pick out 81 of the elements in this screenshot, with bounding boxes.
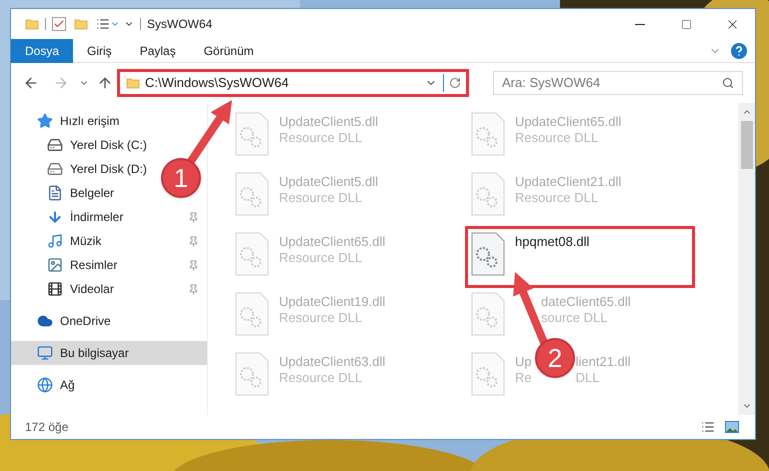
dll-file-icon xyxy=(471,112,505,156)
details-view-icon[interactable] xyxy=(701,420,715,434)
dll-file-icon xyxy=(235,352,269,396)
drive-icon xyxy=(47,137,63,153)
large-icons-view-icon[interactable] xyxy=(725,421,739,433)
document-icon xyxy=(47,185,63,201)
network-icon xyxy=(37,377,53,393)
file-name: lient21.dll xyxy=(576,354,631,370)
pin-icon[interactable] xyxy=(188,212,199,222)
ribbon-tab[interactable]: Görünüm xyxy=(190,38,268,62)
file-name: UpdateClient19.dll xyxy=(279,294,386,310)
ribbon-tab[interactable]: Dosya xyxy=(11,38,74,62)
sidebar-item[interactable]: Müzik xyxy=(47,232,102,250)
monitor-icon xyxy=(37,345,53,361)
file-type: Resource DLL xyxy=(279,370,362,386)
sidebar-item[interactable]: Ağ xyxy=(37,376,75,394)
file-type: Re xyxy=(515,370,532,386)
ribbon-tab[interactable]: Giriş xyxy=(73,38,126,62)
sidebar-item[interactable]: Videolar xyxy=(47,280,114,298)
window-title: SysWOW64 xyxy=(147,16,212,33)
sidebar-item[interactable]: İndirmeler xyxy=(47,208,124,226)
music-icon xyxy=(47,233,63,249)
file-name: UpdateClient5.dll xyxy=(279,114,378,130)
image-icon xyxy=(47,257,63,273)
star-icon xyxy=(37,113,53,129)
file-name: UpdateClient5.dll xyxy=(279,174,378,190)
file-name: UpdateClient63.dll xyxy=(279,354,386,370)
file-type: Resource DLL xyxy=(279,190,362,206)
scroll-thumb[interactable] xyxy=(740,121,752,169)
sidebar-item[interactable]: Hızlı erişim xyxy=(37,112,120,130)
dll-file-icon xyxy=(471,352,505,396)
file-type: Resource DLL xyxy=(515,130,598,146)
sidebar-item[interactable]: Yerel Disk (C:) xyxy=(47,136,147,154)
pin-icon[interactable] xyxy=(188,236,199,246)
pin-icon[interactable] xyxy=(188,284,199,294)
file-type: Resource DLL xyxy=(279,130,362,146)
up-icon[interactable] xyxy=(97,75,113,91)
maximize-icon xyxy=(680,18,692,30)
download-icon xyxy=(47,209,63,225)
file-name: dateClient65.dll xyxy=(541,294,631,310)
dll-file-icon xyxy=(235,112,269,156)
dll-file-icon xyxy=(235,292,269,336)
sidebar-item[interactable]: Bu bilgisayar xyxy=(37,344,129,362)
back-icon[interactable] xyxy=(23,75,39,91)
dll-file-icon xyxy=(235,172,269,216)
pin-icon[interactable] xyxy=(188,260,199,270)
file-name: hpqmet08.dll xyxy=(515,234,590,250)
ribbon-tab[interactable]: Paylaş xyxy=(126,38,190,62)
address-field[interactable]: C:\Windows\SysWOW64 xyxy=(117,69,469,97)
drive-icon xyxy=(47,161,63,177)
file-name: Up xyxy=(515,354,532,370)
cloud-icon xyxy=(37,313,53,329)
sidebar-item[interactable]: Yerel Disk (D:) xyxy=(47,160,147,178)
new-folder-icon xyxy=(74,17,88,31)
file-name: UpdateClient65.dll xyxy=(515,114,622,130)
file-type: Resource DLL xyxy=(515,190,598,206)
item-count: 172 öğe xyxy=(25,419,68,436)
sidebar-item[interactable]: Resimler xyxy=(47,256,118,274)
folder-icon xyxy=(126,76,140,90)
file-type: source DLL xyxy=(541,310,608,326)
dll-file-icon xyxy=(235,232,269,276)
search-input[interactable]: Ara: SysWOW64 xyxy=(502,73,722,93)
file-type: Resource DLL xyxy=(279,250,362,266)
search-icon[interactable] xyxy=(722,77,734,89)
help-icon[interactable] xyxy=(731,42,747,58)
dll-file-icon xyxy=(471,172,505,216)
refresh-icon[interactable] xyxy=(449,77,461,89)
scrollbar[interactable] xyxy=(738,103,755,415)
view-icon[interactable] xyxy=(96,17,110,31)
dll-file-icon xyxy=(471,292,505,336)
properties-icon[interactable] xyxy=(52,17,66,31)
file-name: UpdateClient65.dll xyxy=(279,234,386,250)
file-type: Resource DLL xyxy=(279,310,362,326)
file-name: UpdateClient21.dll xyxy=(515,174,622,190)
sidebar-item[interactable]: OneDrive xyxy=(37,312,111,330)
file-type: DLL xyxy=(576,370,600,386)
film-icon xyxy=(47,281,63,297)
sidebar-item[interactable]: Belgeler xyxy=(47,184,114,202)
folder-icon xyxy=(25,17,39,31)
dll-file-icon xyxy=(471,232,505,276)
search-field[interactable]: Ara: SysWOW64 xyxy=(493,71,743,95)
